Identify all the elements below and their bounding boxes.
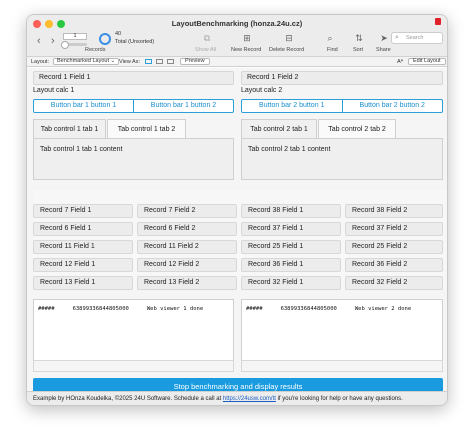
tab-control-1-tab-1[interactable]: Tab control 1 tab 1 [33,119,106,139]
layout-calc-1: Layout calc 1 [33,87,75,94]
portal-1: Record 7 Field 1 Record 7 Field 2 Record… [33,190,242,290]
find-button[interactable]: Find [327,47,338,53]
tab-control-2-tab-1[interactable]: Tab control 2 tab 1 [241,119,317,139]
button-bar-1: Button bar 1 button 1 Button bar 1 butto… [33,99,234,113]
portal-1-row-5-field-1[interactable]: Record 13 Field 1 [33,276,133,290]
button-bar-2-button-2[interactable]: Button bar 2 button 2 [341,100,443,112]
web-viewer-1-number: 63899336844805000 [72,306,129,312]
portal-1-row-4-field-1[interactable]: Record 12 Field 1 [33,258,133,272]
portal-1-row-2-field-2[interactable]: Record 6 Field 2 [137,222,237,236]
list-view-icon[interactable] [156,59,163,64]
web-viewer-1-hash: ##### [38,306,55,312]
current-record-input[interactable]: 1 [63,33,87,40]
web-viewer-2[interactable]: ##### 63899336844805000 Web viewer 2 done [241,299,443,369]
portal-1-row-3-field-1[interactable]: Record 11 Field 1 [33,240,133,254]
app-window: LayoutBenchmarking (honza.24u.cz) ‹ › 1 … [26,14,448,406]
layout-calc-2: Layout calc 2 [241,87,283,94]
search-icon: ⌕ [395,34,399,41]
portal-1-row-1-field-1[interactable]: Record 7 Field 1 [33,204,133,218]
web-viewer-2-number: 63899336844805000 [280,306,337,312]
portal-2-row-3-field-1[interactable]: Record 25 Field 1 [241,240,341,254]
portal-2-row-1-field-2[interactable]: Record 38 Field 2 [345,204,443,218]
portal-2-row-5-field-2[interactable]: Record 32 Field 2 [345,276,443,290]
records-label: Records [85,47,106,53]
record-pie-icon [99,33,111,45]
show-all-icon: ⧉ [203,33,211,43]
lock-icon [435,18,441,25]
table-view-icon[interactable] [167,59,174,64]
sort-button[interactable]: Sort [353,47,363,53]
chevron-right-icon[interactable]: › [51,36,55,47]
tab-control-2-tab-2[interactable]: Tab control 2 tab 2 [318,119,396,139]
record-total: Total (Unsorted) [115,39,155,45]
web-viewer-1-status: Web viewer 1 done [146,306,204,312]
window-title: LayoutBenchmarking (honza.24u.cz) [171,19,303,28]
footer-prefix: Example by HOnza Koudelka, ©2025 24U Sof… [33,396,223,402]
record-count: 40 [115,31,122,37]
sort-icon: ⇅ [355,33,363,43]
footer-suffix: if you're looking for help or have any q… [275,396,403,402]
show-all-button[interactable]: Show All [195,47,216,53]
portal-1-row-2-field-1[interactable]: Record 6 Field 1 [33,222,133,236]
layout-label: Layout: [31,59,50,65]
new-record-icon: ⊞ [243,33,251,43]
footer-link[interactable]: https://24usw.com/tt [223,396,276,402]
tab-control-1-tab-2[interactable]: Tab control 1 tab 2 [107,119,186,139]
find-icon: ⌕ [327,33,333,43]
web-viewer-2-hash: ##### [246,306,263,312]
view-as-label: View As: [119,59,140,65]
tab-control-1-panel: Tab control 1 tab 1 content [33,138,234,180]
form-view-icon[interactable] [145,59,152,64]
tab-control-2-panel: Tab control 2 tab 1 content [241,138,443,180]
record-slider[interactable] [61,41,87,49]
preview-button[interactable]: Preview [180,58,210,65]
button-bar-1-button-1[interactable]: Button bar 1 button 1 [34,100,133,112]
record-1-field-1[interactable]: Record 1 Field 1 [33,71,234,85]
portal-2-row-5-field-1[interactable]: Record 32 Field 1 [241,276,341,290]
share-button[interactable]: Share [376,47,391,53]
layout-content: Record 1 Field 1 Layout calc 1 Button ba… [27,68,447,395]
portal-2-row-3-field-2[interactable]: Record 25 Field 2 [345,240,443,254]
delete-record-button[interactable]: Delete Record [269,47,304,53]
chevron-left-icon[interactable]: ‹ [37,36,41,47]
footer: Example by HOnza Koudelka, ©2025 24U Sof… [27,391,447,405]
web-viewer-2-status: Web viewer 2 done [354,306,412,312]
portal-2: Record 38 Field 1 Record 38 Field 2 Reco… [241,190,447,290]
layout-select-value: Benchmarked Layout [57,58,109,64]
layout-bar: Layout: Benchmarked Layout ⌄ View As: Pr… [27,57,447,67]
delete-record-icon: ⊟ [285,33,293,43]
portal-2-row-2-field-1[interactable]: Record 37 Field 1 [241,222,341,236]
button-bar-2: Button bar 2 button 1 Button bar 2 butto… [241,99,443,113]
record-1-field-2[interactable]: Record 1 Field 2 [241,71,443,85]
search-input[interactable]: ⌕ Search [391,32,443,44]
portal-1-row-1-field-2[interactable]: Record 7 Field 2 [137,204,237,218]
font-size-icon[interactable]: Aᴬ [397,57,403,67]
web-viewer-1-footer [33,360,234,372]
portal-2-row-4-field-1[interactable]: Record 36 Field 1 [241,258,341,272]
new-record-button[interactable]: New Record [231,47,261,53]
portal-2-row-1-field-1[interactable]: Record 38 Field 1 [241,204,341,218]
portal-1-row-3-field-2[interactable]: Record 11 Field 2 [137,240,237,254]
title-bar: LayoutBenchmarking (honza.24u.cz) ‹ › 1 … [27,15,447,57]
web-viewer-2-footer [241,360,443,372]
button-bar-1-button-2[interactable]: Button bar 1 button 2 [133,100,233,112]
web-viewer-1[interactable]: ##### 63899336844805000 Web viewer 1 done [33,299,234,369]
share-icon: ➤ [380,33,388,43]
portal-1-row-5-field-2[interactable]: Record 13 Field 2 [137,276,237,290]
search-placeholder: Search [406,35,424,41]
portal-1-row-4-field-2[interactable]: Record 12 Field 2 [137,258,237,272]
portal-2-row-2-field-2[interactable]: Record 37 Field 2 [345,222,443,236]
layout-select[interactable]: Benchmarked Layout ⌄ [53,58,120,65]
edit-layout-button[interactable]: Edit Layout [408,58,446,65]
button-bar-2-button-1[interactable]: Button bar 2 button 1 [242,100,342,112]
portal-2-row-4-field-2[interactable]: Record 36 Field 2 [345,258,443,272]
